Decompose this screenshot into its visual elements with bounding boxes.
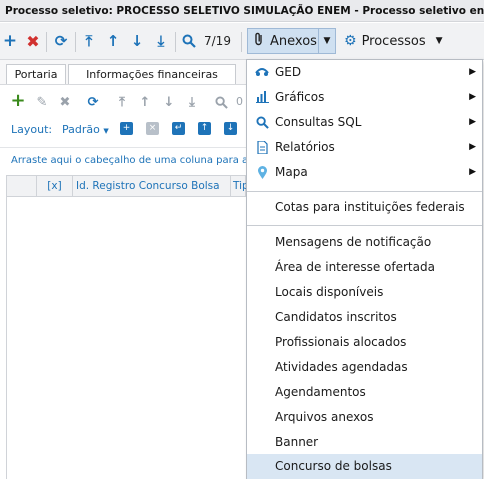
- layout-import-icon[interactable]: ↓: [224, 122, 237, 135]
- grid-column-header: [x] Id. Registro Concurso Bolsa Tipo: [6, 175, 247, 197]
- report-icon: [255, 140, 269, 155]
- layout-remove-icon[interactable]: ×: [146, 122, 159, 135]
- grid-body[interactable]: [6, 197, 246, 479]
- menu-item-consultas-sql[interactable]: Consultas SQL ▶: [247, 110, 482, 135]
- grid-search-value: 0: [236, 95, 243, 108]
- layout-save-icon[interactable]: ↵: [172, 122, 185, 135]
- first-icon[interactable]: ⤒: [114, 94, 130, 110]
- chevron-right-icon: ▶: [469, 117, 476, 127]
- tab-portaria[interactable]: Portaria: [6, 64, 66, 84]
- anexos-dropdown-button[interactable]: Anexos ▼: [247, 28, 336, 54]
- delete-icon[interactable]: ✖: [57, 94, 73, 110]
- tab-strip: Portaria Informações financeiras: [0, 60, 246, 85]
- chevron-right-icon: ▶: [469, 92, 476, 102]
- paperclip-icon: [254, 32, 264, 50]
- refresh-icon[interactable]: ⟳: [85, 94, 101, 110]
- menu-item-cotas[interactable]: Cotas para instituições federais: [247, 195, 482, 220]
- up-icon[interactable]: ↑: [137, 94, 153, 110]
- ged-icon: [255, 66, 269, 80]
- menu-item-mapa[interactable]: Mapa ▶: [247, 160, 482, 185]
- menu-item-agendamentos[interactable]: Agendamentos: [247, 380, 482, 405]
- gear-icon: ⚙: [344, 33, 357, 49]
- last-icon[interactable]: ⤓: [152, 32, 170, 50]
- menu-item-atividades-agendadas[interactable]: Atividades agendadas: [247, 355, 482, 380]
- first-icon[interactable]: ⤒: [80, 32, 98, 50]
- toolbar-divider: [241, 32, 242, 52]
- row-indicator-column: [7, 176, 37, 196]
- tab-informacoes-financeiras[interactable]: Informações financeiras: [68, 64, 236, 84]
- chevron-down-icon: ▼: [103, 127, 109, 135]
- add-icon[interactable]: +: [1, 31, 19, 51]
- column-tipo[interactable]: Tipo: [231, 176, 247, 196]
- layout-export-icon[interactable]: ↑: [198, 122, 211, 135]
- anexos-label: Anexos: [270, 33, 317, 49]
- toolbar-divider: [75, 32, 76, 52]
- chart-icon: [255, 91, 269, 105]
- delete-icon[interactable]: ✖: [24, 32, 42, 51]
- layout-value: Padrão: [62, 123, 100, 136]
- toolbar-divider: [175, 32, 176, 52]
- add-icon[interactable]: +: [10, 90, 26, 111]
- chevron-right-icon: ▶: [469, 142, 476, 152]
- layout-select[interactable]: Padrão ▼: [62, 123, 109, 136]
- main-toolbar: + ✖ ⟳ ⤒ ↑ ↓ ⤓ 7/19 Anexos ▼ ⚙ Processos …: [0, 23, 484, 60]
- grid-toolbar: + ✎ ✖ ⟳ ⤒ ↑ ↓ ⤓ 0: [0, 85, 246, 119]
- menu-item-arquivos-anexos[interactable]: Arquivos anexos: [247, 405, 482, 430]
- chevron-down-icon[interactable]: ▼: [318, 29, 335, 53]
- menu-item-locais-disponiveis[interactable]: Locais disponíveis: [247, 280, 482, 305]
- down-icon[interactable]: ↓: [128, 32, 146, 50]
- down-icon[interactable]: ↓: [161, 94, 177, 110]
- menu-item-ged[interactable]: GED ▶: [247, 60, 482, 85]
- search-icon[interactable]: [180, 32, 198, 50]
- menu-item-candidatos-inscritos[interactable]: Candidatos inscritos: [247, 305, 482, 330]
- anexos-dropdown-menu: GED ▶ Gráficos ▶ Consultas SQL ▶ Relatór…: [246, 59, 483, 479]
- processos-dropdown-button[interactable]: ⚙ Processos ▼: [340, 28, 443, 54]
- menu-item-profissionais-alocados[interactable]: Profissionais alocados: [247, 330, 482, 355]
- menu-separator: [247, 225, 482, 226]
- search-icon: [255, 116, 269, 130]
- chevron-right-icon: ▶: [469, 167, 476, 177]
- menu-item-mensagens-notificacao[interactable]: Mensagens de notificação: [247, 230, 482, 255]
- menu-item-area-interesse[interactable]: Área de interesse ofertada: [247, 255, 482, 280]
- group-by-hint[interactable]: Arraste aqui o cabeçalho de uma coluna p…: [0, 147, 246, 173]
- menu-item-banner[interactable]: Banner: [247, 430, 482, 455]
- menu-separator: [247, 191, 482, 192]
- menu-item-relatorios[interactable]: Relatórios ▶: [247, 135, 482, 160]
- processos-label: Processos: [361, 33, 426, 49]
- layout-row: Layout: Padrão ▼ + × ↵ ↑ ↓: [0, 119, 246, 141]
- layout-label: Layout:: [11, 123, 53, 136]
- refresh-icon[interactable]: ⟳: [52, 32, 70, 50]
- record-pager: 7/19: [204, 34, 231, 48]
- edit-icon[interactable]: ✎: [34, 94, 50, 110]
- toolbar-divider: [46, 32, 47, 52]
- chevron-down-icon: ▼: [435, 36, 443, 46]
- chevron-right-icon: ▶: [469, 67, 476, 77]
- window-title: Processo seletivo: PROCESSO SELETIVO SIM…: [0, 0, 484, 22]
- menu-item-graficos[interactable]: Gráficos ▶: [247, 85, 482, 110]
- up-icon[interactable]: ↑: [104, 32, 122, 50]
- menu-item-concurso-bolsas[interactable]: Concurso de bolsas: [247, 454, 482, 479]
- column-select[interactable]: [x]: [37, 176, 73, 196]
- layout-add-icon[interactable]: +: [120, 122, 133, 135]
- last-icon[interactable]: ⤓: [184, 94, 200, 110]
- column-id-registro[interactable]: Id. Registro Concurso Bolsa: [73, 176, 231, 196]
- map-pin-icon: [255, 166, 269, 180]
- search-icon[interactable]: [213, 94, 229, 110]
